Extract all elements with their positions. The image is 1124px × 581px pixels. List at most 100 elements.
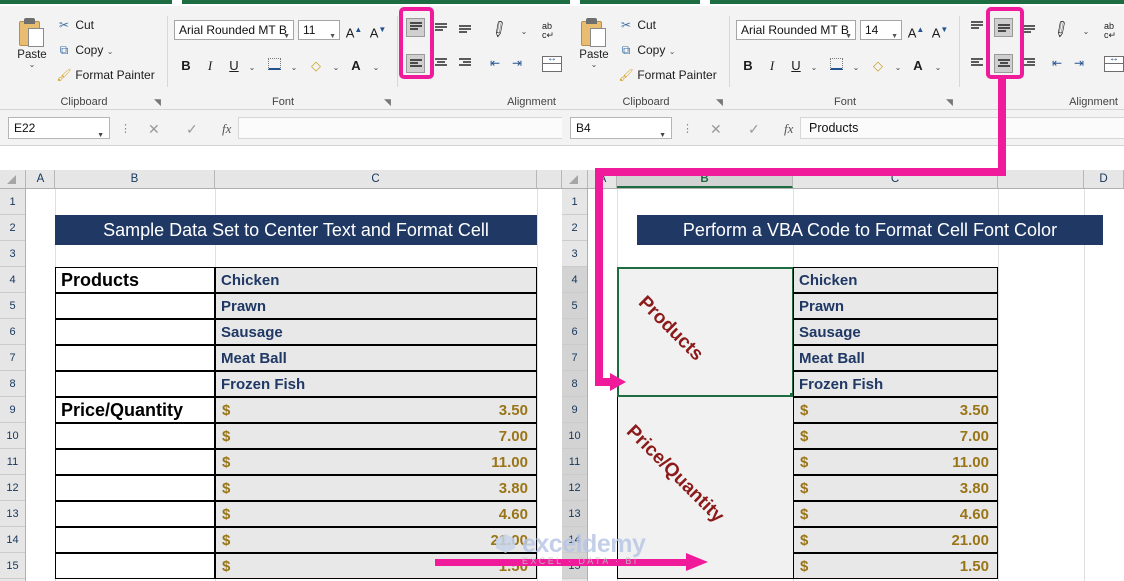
row-header-11[interactable]: 11 — [562, 449, 587, 475]
select-all-button[interactable] — [562, 170, 588, 188]
underline-chevron-icon[interactable]: ⌄ — [242, 56, 262, 76]
format-painter-button[interactable]: 🖌 Format Painter — [618, 68, 717, 82]
chevron-down-icon[interactable]: ▼ — [283, 27, 290, 40]
underline-button[interactable]: U — [786, 56, 806, 76]
row-header-10[interactable]: 10 — [562, 423, 587, 449]
row-header-6[interactable]: 6 — [0, 319, 25, 345]
row-header-8[interactable]: 8 — [562, 371, 587, 397]
underline-button[interactable]: U — [224, 56, 244, 76]
fx-icon[interactable]: fx — [784, 121, 793, 137]
cut-button[interactable]: ✂ Cut — [618, 18, 656, 32]
font-color-button[interactable]: A — [346, 56, 366, 76]
font-dialog-launcher[interactable]: ◥ — [384, 97, 394, 107]
fill-color-button[interactable]: ◇ — [306, 56, 326, 76]
column-header-D[interactable]: D — [1084, 170, 1124, 188]
row-header-1[interactable]: 1 — [562, 189, 587, 215]
merged-cell-price-right[interactable] — [617, 397, 794, 579]
column-header-C[interactable]: C — [215, 170, 537, 188]
orientation-chevron-icon[interactable]: ⌄ — [1076, 20, 1096, 40]
row-header-11[interactable]: 11 — [0, 449, 25, 475]
clipboard-dialog-launcher[interactable]: ◥ — [716, 97, 726, 107]
font-size-box[interactable]: 11 ▼ — [298, 20, 340, 40]
price-cell[interactable]: $3.50 — [793, 397, 998, 423]
align-bottom-button[interactable] — [456, 18, 475, 37]
row-header-13[interactable]: 13 — [562, 501, 587, 527]
font-color-button[interactable]: A — [908, 56, 928, 76]
name-box[interactable]: B4 ▼ — [570, 117, 672, 139]
chevron-down-icon[interactable]: ▼ — [845, 27, 852, 40]
align-top-button[interactable] — [968, 18, 987, 37]
font-name-box[interactable]: Arial Rounded MT B ▼ — [736, 20, 856, 40]
price-cell[interactable]: $21.00 — [215, 527, 537, 553]
chevron-down-icon[interactable]: ▼ — [97, 125, 104, 146]
paste-button[interactable]: Paste ⌄ — [10, 16, 54, 69]
row-header-10[interactable]: 10 — [0, 423, 25, 449]
price-cell[interactable]: $4.60 — [793, 501, 998, 527]
row-header-14[interactable]: 14 — [0, 527, 25, 553]
fill-color-chevron-icon[interactable]: ⌄ — [326, 56, 346, 76]
price-cell[interactable]: $4.60 — [215, 501, 537, 527]
borders-chevron-icon[interactable]: ⌄ — [846, 56, 866, 76]
chevron-down-icon[interactable]: ⌄ — [669, 47, 676, 56]
copy-button[interactable]: ⧉ Copy ⌄ — [56, 43, 113, 58]
row-header-9[interactable]: 9 — [0, 397, 25, 423]
align-middle-button[interactable] — [432, 18, 451, 37]
price-cell[interactable]: $11.00 — [215, 449, 537, 475]
paste-button[interactable]: Paste ⌄ — [572, 16, 616, 69]
merge-and-center-button[interactable] — [1104, 56, 1124, 72]
format-painter-button[interactable]: 🖌 Format Painter — [56, 68, 155, 82]
italic-button[interactable]: I — [762, 56, 782, 76]
copy-button[interactable]: ⧉ Copy ⌄ — [618, 43, 675, 58]
row-header-5[interactable]: 5 — [0, 293, 25, 319]
increase-font-size-button[interactable]: A▲ — [906, 20, 926, 40]
fill-color-button[interactable]: ◇ — [868, 56, 888, 76]
bold-button[interactable]: B — [738, 56, 758, 76]
row-header-4[interactable]: 4 — [562, 267, 587, 293]
font-color-chevron-icon[interactable]: ⌄ — [928, 56, 948, 76]
borders-button[interactable] — [826, 56, 846, 76]
row-header-14[interactable]: 14 — [562, 527, 587, 553]
cut-button[interactable]: ✂ Cut — [56, 18, 94, 32]
price-cell[interactable]: $11.00 — [793, 449, 998, 475]
merge-and-center-button[interactable] — [542, 56, 562, 72]
price-cell[interactable]: $1.50 — [793, 553, 998, 579]
row-header-13[interactable]: 13 — [0, 501, 25, 527]
price-cell[interactable]: $21.00 — [793, 527, 998, 553]
borders-chevron-icon[interactable]: ⌄ — [284, 56, 304, 76]
increase-indent-button[interactable]: ⇥ — [512, 56, 522, 70]
cancel-icon[interactable]: ✕ — [148, 121, 160, 138]
italic-button[interactable]: I — [200, 56, 220, 76]
font-name-box[interactable]: Arial Rounded MT B ▼ — [174, 20, 294, 40]
align-left-button[interactable] — [968, 54, 987, 73]
row-header-7[interactable]: 7 — [0, 345, 25, 371]
product-cell[interactable]: Sausage — [793, 319, 998, 345]
borders-button[interactable] — [264, 56, 284, 76]
row-header-1[interactable]: 1 — [0, 189, 25, 215]
orientation-button[interactable]: 🖉 — [489, 18, 513, 44]
font-dialog-launcher[interactable]: ◥ — [946, 97, 956, 107]
increase-indent-button[interactable]: ⇥ — [1074, 56, 1084, 70]
select-all-button[interactable] — [0, 170, 26, 188]
merged-cell-products-right[interactable] — [617, 267, 794, 397]
align-right-button[interactable] — [456, 54, 475, 73]
row-header-7[interactable]: 7 — [562, 345, 587, 371]
price-cell[interactable]: $1.50 — [215, 553, 537, 579]
row-header-3[interactable]: 3 — [0, 241, 25, 267]
chevron-down-icon[interactable]: ⌄ — [107, 47, 114, 56]
formula-input[interactable] — [238, 117, 562, 139]
row-header-15[interactable]: 15 — [0, 553, 25, 579]
font-color-chevron-icon[interactable]: ⌄ — [366, 56, 386, 76]
column-header-spacer[interactable] — [998, 170, 1084, 188]
product-cell[interactable]: Chicken — [215, 267, 537, 293]
product-cell[interactable]: Frozen Fish — [793, 371, 998, 397]
decrease-indent-button[interactable]: ⇤ — [490, 56, 500, 70]
fx-icon[interactable]: fx — [222, 121, 231, 137]
chevron-down-icon[interactable]: ▼ — [659, 125, 666, 146]
row-header-8[interactable]: 8 — [0, 371, 25, 397]
row-header-2[interactable]: 2 — [562, 215, 587, 241]
cancel-icon[interactable]: ✕ — [710, 121, 722, 138]
orientation-chevron-icon[interactable]: ⌄ — [514, 20, 534, 40]
column-header-A[interactable]: A — [27, 170, 55, 188]
wrap-text-button[interactable]: abc↵ — [1104, 22, 1116, 40]
decrease-font-size-button[interactable]: A▼ — [368, 20, 388, 40]
